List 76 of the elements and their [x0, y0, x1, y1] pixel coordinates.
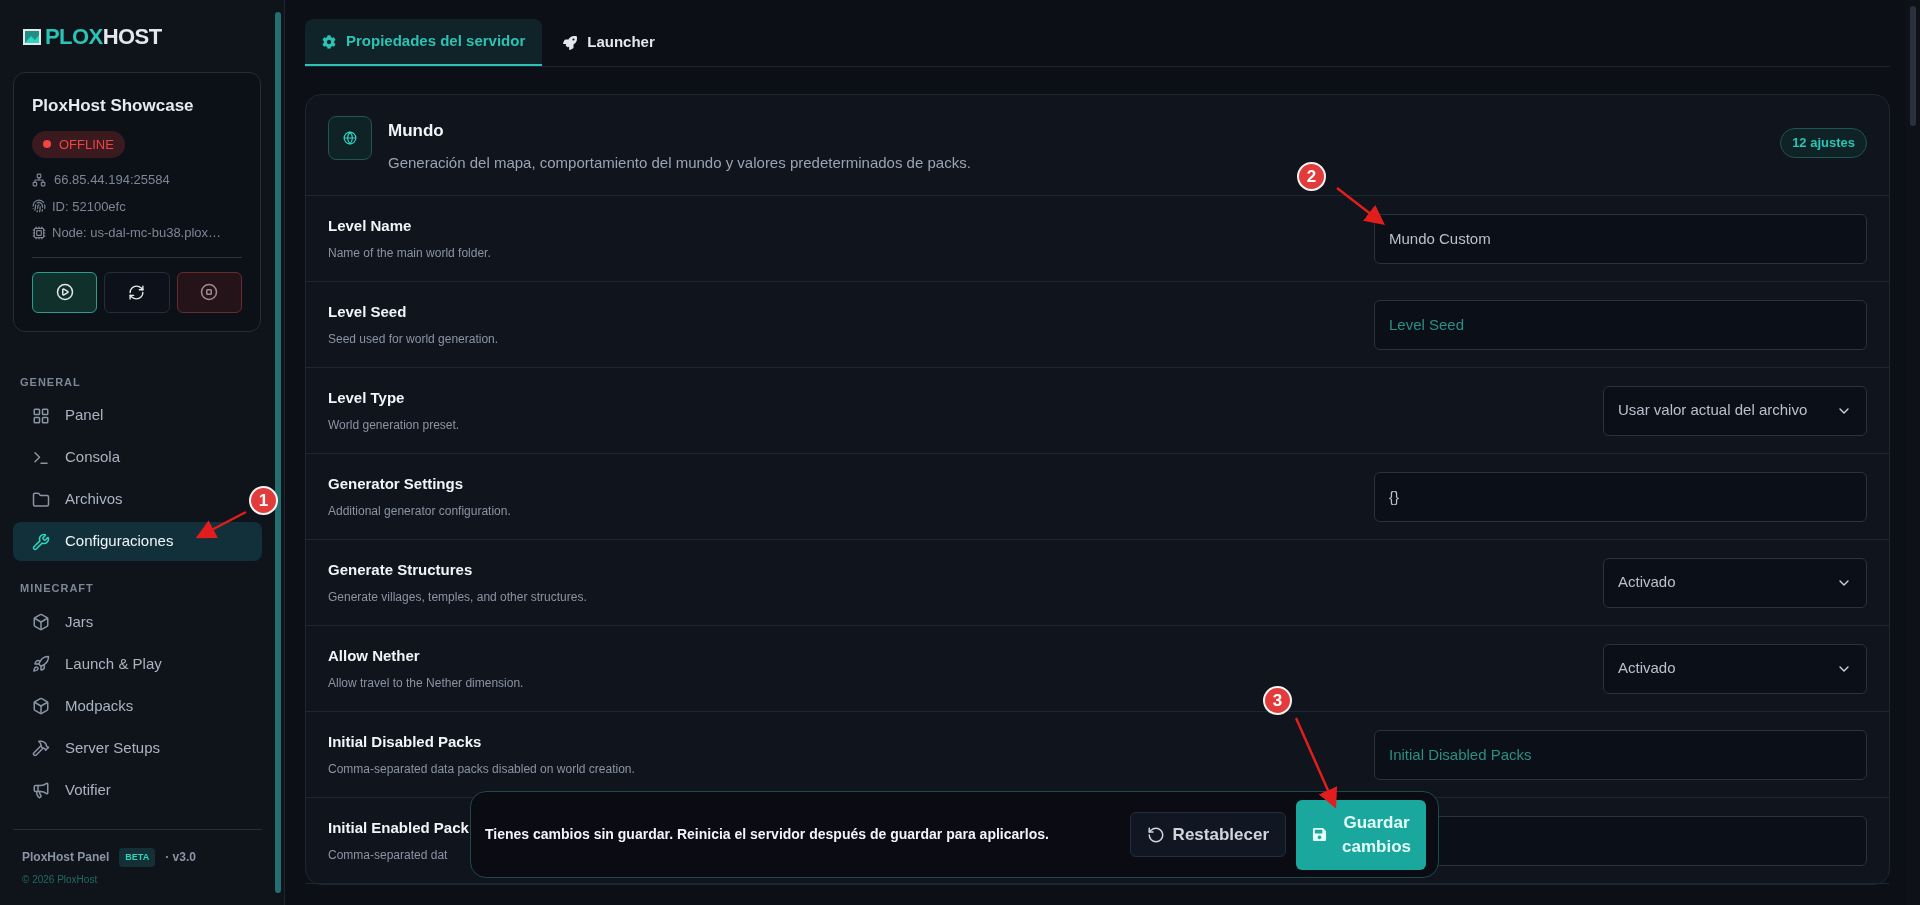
setting-description: Generate villages, temples, and other structures.	[328, 588, 587, 606]
setting-title: Level Seed	[328, 302, 408, 323]
nav-item[interactable]: Panel	[13, 396, 123, 435]
nav-item[interactable]: Launch & Play	[13, 644, 181, 684]
globe-icon	[328, 116, 372, 160]
setting-title: Level Type	[328, 388, 406, 409]
megaphone-icon	[32, 781, 50, 799]
rocket-icon	[32, 655, 50, 673]
nav-item[interactable]: Archivos	[13, 480, 142, 519]
select-field[interactable]: Usar valor actual del archivo	[1603, 385, 1867, 436]
section-title: Mundo	[388, 120, 445, 142]
stop-button[interactable]	[176, 271, 242, 313]
server-id: ID: 52100efc	[52, 197, 126, 216]
nav-item[interactable]: Votifier	[13, 770, 130, 810]
logo-icon	[22, 27, 42, 47]
restart-button[interactable]	[104, 271, 170, 313]
setting-title: Initial Disabled Packs	[328, 732, 483, 753]
setting-description: Additional generator configuration.	[328, 502, 511, 520]
save-icon	[1312, 827, 1327, 842]
version-text: · v3.0	[165, 849, 196, 867]
reset-button[interactable]: Restablecer	[1129, 812, 1286, 857]
settings-icon	[322, 34, 336, 49]
start-button[interactable]	[32, 271, 98, 313]
select-field[interactable]: Activado	[1603, 643, 1867, 694]
section-heading: GENERAL	[19, 374, 82, 390]
setting-description: Seed used for world generation.	[328, 330, 499, 348]
undo-icon	[1146, 825, 1165, 844]
setting-description: Name of the main world folder.	[328, 244, 491, 262]
text-field[interactable]: {}	[1374, 471, 1867, 522]
setting-title: Generate Structures	[328, 560, 474, 581]
setting-description: Comma-separated data packs disabled on world creation.	[328, 760, 635, 778]
cube-icon	[32, 613, 50, 631]
fingerprint-icon	[32, 199, 46, 214]
logo-text: PLOXHOST	[45, 26, 162, 48]
folder-icon	[32, 490, 50, 509]
nav-item[interactable]: Server Setups	[13, 728, 180, 768]
setting-description: Allow travel to the Nether dimension.	[328, 674, 524, 692]
chip-icon	[32, 225, 46, 240]
hammer-icon	[32, 739, 50, 757]
annotation-arrow	[1335, 186, 1385, 226]
tab[interactable]: Propiedades del servidor	[305, 19, 543, 66]
tab[interactable]: Launcher	[546, 19, 672, 66]
panel-name: PloxHost Panel	[22, 849, 110, 867]
status-badge: OFFLINE	[32, 130, 125, 158]
nav-item[interactable]: Consola	[13, 438, 140, 477]
nav-item[interactable]: Modpacks	[13, 686, 153, 726]
copyright-text: © 2026 PloxHost	[22, 873, 99, 887]
beta-badge: BETA	[119, 847, 156, 867]
section-description: Generación del mapa, comportamiento del mundo y valores predeterminados de packs.	[388, 152, 972, 173]
rocket-icon	[563, 35, 578, 50]
play-icon	[55, 283, 74, 301]
cube-icon	[32, 697, 50, 715]
nav-item[interactable]: Jars	[13, 602, 113, 642]
count-badge: 12 ajustes	[1780, 128, 1867, 158]
grid-icon	[32, 406, 50, 425]
setting-title: Level Name	[328, 216, 413, 237]
wrench-icon	[32, 532, 50, 551]
server-address: 66.85.44.194:25584	[54, 171, 170, 189]
server-name: PloxHost Showcase	[32, 95, 195, 117]
section-heading: MINECRAFT	[19, 581, 95, 596]
setting-title: Generator Settings	[328, 474, 465, 495]
unsaved-message: Tienes cambios sin guardar. Reinicia el servidor después de guardar para aplicarlos.	[485, 825, 1049, 844]
text-field[interactable]: Mundo Custom	[1374, 213, 1867, 264]
text-field[interactable]: Initial Disabled Packs	[1374, 729, 1867, 780]
select-field[interactable]: Activado	[1603, 557, 1867, 608]
annotation-arrow	[196, 510, 248, 540]
network-icon	[32, 172, 46, 187]
stop-icon	[200, 283, 219, 301]
node-label: Node: us-dal-mc-bu38.plox…	[52, 224, 222, 242]
setting-description: Comma-separated dat	[328, 846, 449, 864]
setting-title: Initial Enabled Pack	[328, 818, 469, 839]
setting-description: World generation preset.	[328, 416, 460, 434]
refresh-icon	[128, 283, 146, 301]
setting-title: Allow Nether	[328, 646, 421, 667]
nav-item[interactable]: Configuraciones	[13, 522, 262, 561]
text-field[interactable]: Level Seed	[1374, 299, 1867, 350]
